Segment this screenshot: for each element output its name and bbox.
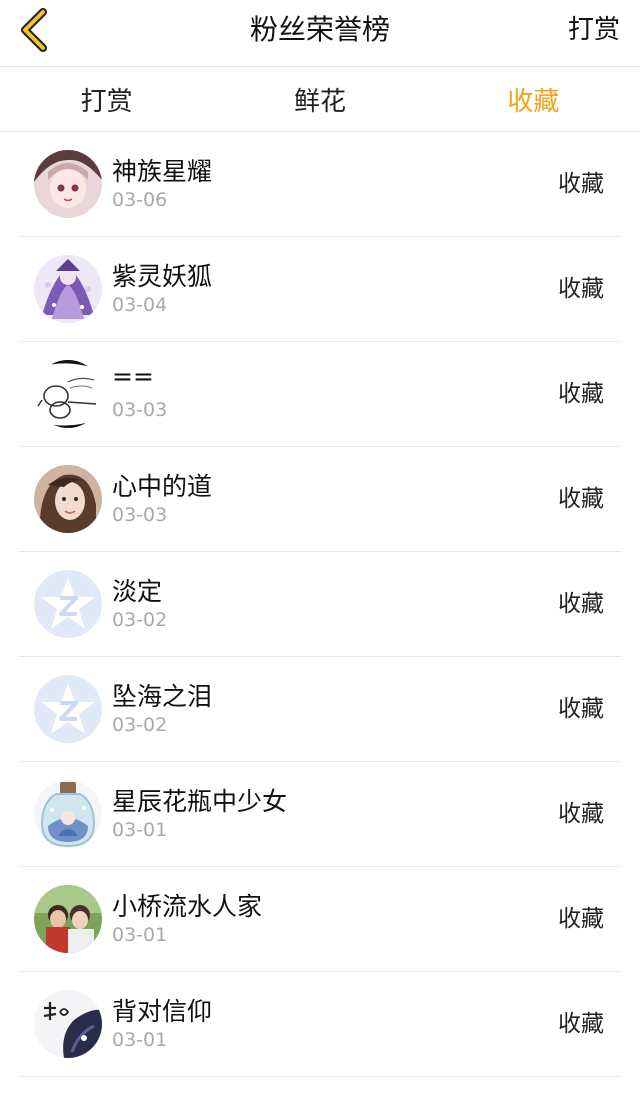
tab-reward[interactable]: 打赏: [0, 67, 213, 131]
fan-action-label: 收藏: [558, 1011, 604, 1037]
tab-bar: 打赏 鲜花 收藏: [0, 67, 640, 132]
fan-date: 03-02: [112, 714, 168, 736]
fan-action-label: 收藏: [558, 801, 604, 827]
default-qzone-avatar[interactable]: [34, 675, 102, 743]
list-item[interactable]: 心中的道 03-03 收藏: [18, 447, 622, 552]
list-item[interactable]: 神族星耀 03-06 收藏: [18, 132, 622, 237]
fan-name: 神族星耀: [112, 157, 213, 186]
list-item[interactable]: 淡定 03-02 收藏: [18, 552, 622, 657]
fan-date: 03-03: [112, 504, 168, 526]
list-item[interactable]: 背对信仰 03-01 收藏: [18, 972, 622, 1077]
tab-flowers[interactable]: 鲜花: [213, 67, 426, 131]
fan-date: 03-04: [112, 294, 168, 316]
fan-action-label: 收藏: [558, 696, 604, 722]
fan-name: 坠海之泪: [112, 682, 213, 711]
fan-name: 背对信仰: [112, 997, 213, 1026]
fan-name: 心中的道: [112, 472, 213, 501]
sketch-avatar[interactable]: [34, 360, 102, 428]
anime-girl-avatar[interactable]: [34, 150, 102, 218]
photo-avatar[interactable]: [34, 465, 102, 533]
list-item[interactable]: 紫灵妖狐 03-04 收藏: [18, 237, 622, 342]
default-qzone-avatar[interactable]: [34, 570, 102, 638]
couple-photo-avatar[interactable]: [34, 885, 102, 953]
list-item[interactable]: == 03-03 收藏: [18, 342, 622, 447]
navigation-bar: 粉丝荣誉榜 打赏: [0, 0, 640, 67]
fan-date: 03-01: [112, 1029, 168, 1051]
fan-name: 星辰花瓶中少女: [112, 787, 288, 816]
fan-action-label: 收藏: [558, 171, 604, 197]
fan-date: 03-03: [112, 399, 168, 421]
list-item[interactable]: 小桥流水人家 03-01 收藏: [18, 867, 622, 972]
ink-calligraphy-avatar[interactable]: [34, 990, 102, 1058]
fan-name: 小桥流水人家: [112, 892, 263, 921]
fan-action-label: 收藏: [558, 381, 604, 407]
fan-date: 03-01: [112, 924, 168, 946]
bottle-girl-avatar[interactable]: [34, 780, 102, 848]
fan-name: ==: [112, 362, 154, 391]
fan-action-label: 收藏: [558, 486, 604, 512]
list-item[interactable]: 坠海之泪 03-02 收藏: [18, 657, 622, 762]
fan-action-label: 收藏: [558, 591, 604, 617]
fan-date: 03-06: [112, 189, 168, 211]
fan-action-label: 收藏: [558, 906, 604, 932]
fan-name: 淡定: [112, 577, 163, 606]
reward-nav-button[interactable]: 打赏: [568, 0, 620, 60]
back-button[interactable]: [12, 6, 56, 54]
fan-date: 03-01: [112, 819, 168, 841]
purple-anime-avatar[interactable]: [34, 255, 102, 323]
fan-name: 紫灵妖狐: [112, 262, 213, 291]
page-title: 粉丝荣誉榜: [249, 13, 390, 46]
tab-collect[interactable]: 收藏: [427, 67, 640, 131]
list-item[interactable]: 星辰花瓶中少女 03-01 收藏: [18, 762, 622, 867]
fan-list: 神族星耀 03-06 收藏 紫灵妖狐 03-04 收藏 == 03-03 收藏 …: [18, 132, 622, 1077]
chevron-left-icon: [21, 8, 47, 52]
fan-action-label: 收藏: [558, 276, 604, 302]
fan-date: 03-02: [112, 609, 168, 631]
